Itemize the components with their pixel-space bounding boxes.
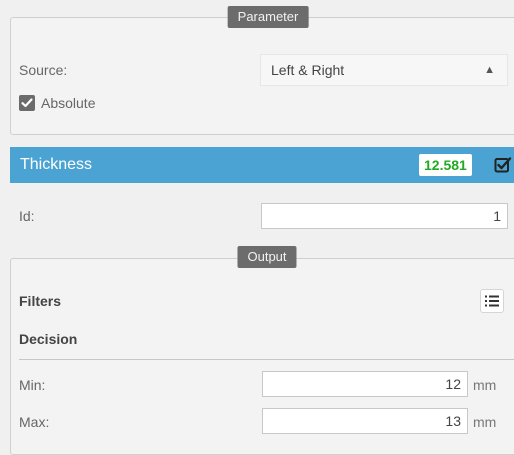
absolute-label: Absolute (41, 95, 96, 111)
decision-label: Decision (19, 331, 78, 347)
source-select[interactable]: Left & Right ▲︎ (260, 54, 508, 86)
min-unit: mm (473, 377, 497, 393)
id-label: Id: (19, 208, 35, 224)
decision-divider (19, 359, 514, 360)
parameter-section-title: Parameter (227, 6, 309, 28)
checkmark-icon (21, 98, 33, 108)
output-section-title: Output (237, 246, 297, 268)
measurement-title: Thickness (20, 156, 93, 173)
source-label: Source: (19, 62, 68, 78)
absolute-checkbox[interactable] (19, 95, 35, 111)
id-input[interactable]: 1 (261, 203, 508, 229)
min-input[interactable]: 12 (262, 371, 468, 397)
measurement-header: Thickness 12.581 (10, 147, 514, 183)
enable-checkbox-icon[interactable] (494, 156, 512, 174)
filters-label: Filters (19, 293, 62, 309)
max-unit: mm (473, 414, 497, 430)
max-label: Max: (19, 414, 50, 430)
select-arrows-icon: ▲︎ (484, 64, 495, 76)
max-input[interactable]: 13 (262, 408, 468, 434)
min-label: Min: (19, 377, 46, 393)
measurement-value-badge: 12.581 (419, 154, 472, 176)
filters-list-button[interactable] (480, 289, 504, 313)
list-icon (485, 295, 499, 307)
source-select-value: Left & Right (271, 62, 345, 78)
